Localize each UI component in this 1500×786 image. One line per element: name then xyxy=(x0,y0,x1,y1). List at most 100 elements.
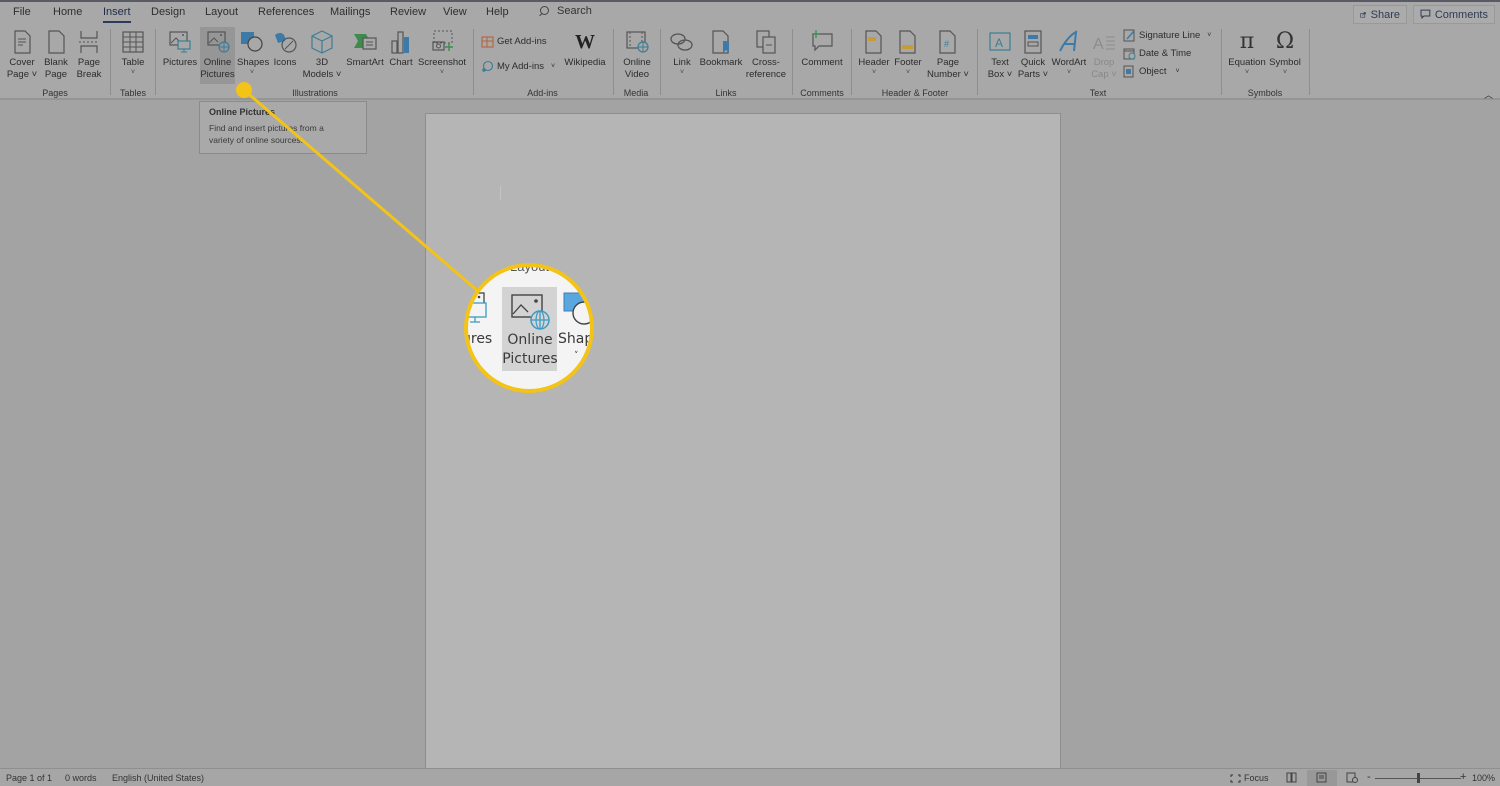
tab-mailings[interactable]: Mailings xyxy=(330,6,370,18)
magnified-online-pictures-button: Online Pictures xyxy=(502,287,558,371)
chevron-down-icon: ˅ xyxy=(249,69,255,76)
online-video-icon xyxy=(626,31,649,53)
online-video-button[interactable]: Online Video xyxy=(619,27,655,84)
page-break-button[interactable]: Page Break xyxy=(74,27,104,84)
zoom-level[interactable]: 100% xyxy=(1472,773,1495,783)
link-button[interactable]: Link ˅ xyxy=(667,27,697,84)
text-box-button[interactable]: A Text Box ˅ xyxy=(984,27,1016,84)
shapes-button[interactable]: Shapes ˅ xyxy=(237,27,269,84)
cover-page-button[interactable]: Cover Page ˅ xyxy=(5,27,39,84)
page-number-icon: # xyxy=(939,30,956,54)
magnified-pictures-icon xyxy=(468,292,487,323)
wordart-button[interactable]: WordArt ˅ xyxy=(1050,27,1088,84)
wikipedia-icon: W xyxy=(575,31,595,53)
object-button[interactable]: Object ˅ xyxy=(1123,65,1180,78)
omega-icon: Ω xyxy=(1275,29,1295,54)
group-separator xyxy=(851,29,852,95)
table-button[interactable]: Table ˅ xyxy=(117,27,149,84)
chevron-down-icon: ˅ xyxy=(130,69,136,76)
quick-parts-button[interactable]: Quick Parts ˅ xyxy=(1017,27,1049,84)
footer-button[interactable]: Footer ˅ xyxy=(892,27,924,84)
chevron-down-icon: ˅ xyxy=(871,69,877,76)
tab-help[interactable]: Help xyxy=(486,6,509,18)
tab-home[interactable]: Home xyxy=(53,6,82,18)
blank-page-icon xyxy=(48,30,65,54)
group-separator xyxy=(110,29,111,95)
screenshot-button[interactable]: Screenshot ˅ xyxy=(418,27,466,84)
chevron-down-icon: ˅ xyxy=(1175,68,1180,75)
new-comment-icon xyxy=(812,30,833,52)
pictures-button[interactable]: Pictures xyxy=(162,27,198,84)
zoom-in-button[interactable]: + xyxy=(1460,771,1466,783)
page-count[interactable]: Page 1 of 1 xyxy=(6,773,52,783)
document-page[interactable] xyxy=(425,113,1061,770)
icons-button[interactable]: Icons xyxy=(270,27,300,84)
get-addins-button[interactable]: Get Add-ins xyxy=(481,35,547,48)
magnified-pictures-label: ures xyxy=(464,331,493,347)
svg-text:A: A xyxy=(1093,36,1104,53)
zoom-out-button[interactable]: - xyxy=(1367,771,1371,783)
tab-file[interactable]: File xyxy=(13,6,31,18)
header-icon xyxy=(865,30,882,54)
equation-button[interactable]: π Equation ˅ xyxy=(1227,27,1267,84)
cross-reference-icon xyxy=(756,30,776,54)
zoom-slider-thumb[interactable] xyxy=(1416,773,1420,783)
tab-references[interactable]: References xyxy=(258,6,314,18)
tab-design[interactable]: Design xyxy=(151,6,185,18)
header-button[interactable]: Header ˅ xyxy=(857,27,891,84)
icons-icon xyxy=(275,33,297,53)
group-separator xyxy=(613,29,614,95)
bookmark-button[interactable]: Bookmark xyxy=(699,27,743,84)
search-box[interactable]: Search xyxy=(538,5,592,17)
comments-button[interactable]: Comments xyxy=(1413,5,1495,24)
tab-insert[interactable]: Insert xyxy=(103,6,131,23)
magnified-pictures-label-2: Pictures xyxy=(502,351,558,367)
tab-view[interactable]: View xyxy=(443,6,467,18)
group-label-tables: Tables xyxy=(119,88,146,98)
signature-line-button[interactable]: Signature Line ˅ xyxy=(1123,29,1211,42)
my-addins-button[interactable]: My Add-ins ˅ xyxy=(481,60,555,73)
group-label-media: Media xyxy=(623,88,649,98)
comments-label: Comments xyxy=(1434,8,1488,21)
share-button[interactable]: Share xyxy=(1353,5,1407,24)
tooltip-body-line2: variety of online sources. xyxy=(209,135,304,145)
shapes-icon xyxy=(241,32,263,52)
smartart-button[interactable]: SmartArt xyxy=(344,27,386,84)
symbol-button[interactable]: Ω Symbol ˅ xyxy=(1268,27,1302,84)
svg-text:#: # xyxy=(944,39,949,49)
chart-button[interactable]: Chart xyxy=(387,27,415,84)
tab-review[interactable]: Review xyxy=(390,6,426,18)
chevron-down-icon: ˅ xyxy=(679,69,685,76)
group-label-links: Links xyxy=(715,88,737,98)
print-layout-icon xyxy=(1316,772,1327,783)
chevron-down-icon: ˅ xyxy=(574,351,579,361)
quick-parts-icon xyxy=(1024,30,1042,54)
language-indicator[interactable]: English (United States) xyxy=(112,773,204,783)
word-count[interactable]: 0 words xyxy=(65,773,97,783)
drop-cap-button[interactable]: A Drop Cap ˅ xyxy=(1089,27,1119,84)
page-break-icon xyxy=(79,31,99,53)
new-comment-button[interactable]: Comment xyxy=(798,27,846,84)
magnified-callout: Layout ures Online Pictures Shape ˅ xyxy=(464,263,594,393)
read-mode-icon[interactable] xyxy=(1286,772,1297,783)
screenshot-icon xyxy=(432,30,453,51)
3d-models-button[interactable]: 3D Models ˅ xyxy=(302,27,342,84)
tooltip: Online Pictures Find and insert pictures… xyxy=(199,101,367,154)
web-layout-icon[interactable] xyxy=(1346,772,1358,783)
date-time-icon xyxy=(1123,48,1136,60)
cross-reference-button[interactable]: Cross- reference xyxy=(745,27,787,84)
online-pictures-button[interactable]: Online Pictures xyxy=(200,27,235,84)
tab-layout[interactable]: Layout xyxy=(205,6,238,18)
page-number-button[interactable]: # Page Number ˅ xyxy=(926,27,970,84)
wikipedia-button[interactable]: W Wikipedia xyxy=(563,27,607,84)
group-separator xyxy=(155,29,156,95)
magnified-shapes-icon xyxy=(563,292,590,325)
chevron-down-icon: ˅ xyxy=(1282,69,1288,76)
date-time-button[interactable]: Date & Time xyxy=(1123,47,1191,60)
group-label-illustrations: Illustrations xyxy=(292,88,338,98)
chevron-down-icon: ˅ xyxy=(905,69,911,76)
focus-button[interactable]: Focus xyxy=(1230,773,1269,783)
pictures-icon xyxy=(169,31,191,53)
pi-icon: π xyxy=(1239,29,1255,54)
blank-page-button[interactable]: Blank Page xyxy=(41,27,71,84)
